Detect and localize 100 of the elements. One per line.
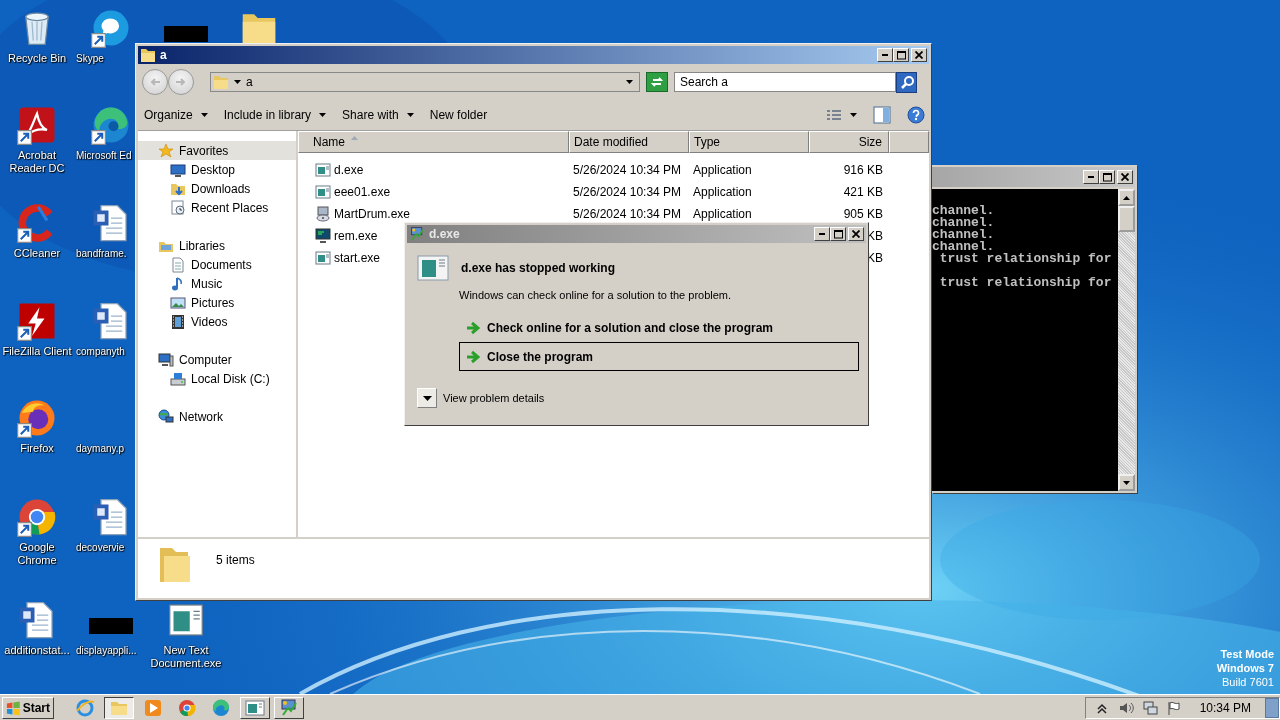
search-icon (899, 75, 914, 89)
installer-icon (315, 206, 331, 222)
file-name[interactable]: MartDrum.exe (334, 207, 410, 221)
search-button[interactable] (896, 71, 917, 93)
shortcut-arrow-icon[interactable] (17, 522, 32, 537)
console-line: channel. (932, 217, 996, 229)
file-name[interactable]: rem.exe (334, 229, 378, 243)
close-icon (915, 51, 923, 59)
scroll-down-button[interactable] (1118, 474, 1135, 491)
nav-item[interactable]: Computer (138, 350, 296, 369)
desktop-icon-label[interactable]: decovervie (74, 541, 125, 554)
console-line: channel. (932, 229, 996, 241)
desktop-icon-label[interactable]: Google Chrome (1, 541, 73, 567)
nav-item[interactable]: Libraries (138, 236, 296, 255)
nav-item[interactable]: Favorites (138, 141, 296, 160)
close-icon (1121, 173, 1129, 181)
help-icon[interactable] (907, 106, 925, 124)
breadcrumb-link[interactable]: a (246, 75, 253, 89)
clock[interactable]: 10:34 PM (1199, 700, 1251, 715)
installer-icon (279, 697, 299, 718)
desktop-icon-label[interactable]: Recycle Bin (1, 52, 73, 65)
shortcut-arrow-icon[interactable] (91, 33, 106, 48)
minimize-button[interactable] (1083, 170, 1099, 184)
shortcut-arrow-icon[interactable] (17, 228, 32, 243)
watermark-text: Windows 7 (1216, 661, 1274, 675)
item-count: 5 items (216, 553, 255, 567)
recent-places-icon (170, 199, 186, 216)
column-header[interactable]: Name (298, 131, 569, 153)
nav-item[interactable]: Pictures (138, 293, 296, 312)
column-header[interactable] (889, 131, 929, 153)
desktop-icon-label[interactable]: CCleaner (1, 247, 73, 260)
start-button[interactable]: Start (2, 696, 54, 719)
desktop-icon-label[interactable]: Skype (74, 52, 104, 65)
details-label[interactable]: View problem details (443, 392, 545, 404)
command-link[interactable]: Check online for a solution and close the program (459, 313, 859, 342)
refresh-button[interactable] (646, 72, 668, 92)
shortcut-arrow-icon[interactable] (17, 423, 32, 438)
scroll-thumb[interactable] (1118, 206, 1135, 232)
film-icon (170, 313, 186, 330)
desktop-icon-label[interactable]: additionstat... (1, 644, 73, 657)
desktop-icon-label[interactable]: daymany.p (74, 442, 125, 455)
toolbar-button[interactable]: New folder (429, 108, 488, 122)
toolbar-button[interactable]: Share with (342, 108, 414, 122)
computer-icon (158, 351, 174, 368)
nav-item[interactable]: Recent Places (138, 198, 296, 217)
desktop-icon-label[interactable]: bandframe. (74, 247, 127, 260)
monitor-icon (315, 228, 331, 244)
desktop-icon-label[interactable]: Microsoft Ed (74, 149, 132, 162)
nav-item[interactable]: Network (138, 407, 296, 426)
scrollbar[interactable] (1118, 189, 1135, 491)
close-button[interactable] (1117, 170, 1133, 184)
column-header[interactable]: Type (689, 131, 809, 153)
address-field[interactable]: a (210, 72, 640, 92)
nav-item[interactable]: Desktop (138, 160, 296, 179)
file-name[interactable]: start.exe (334, 251, 381, 265)
nav-item[interactable]: Music (138, 274, 296, 293)
flag-icon[interactable] (1165, 699, 1182, 716)
file-name[interactable]: eee01.exe (334, 185, 391, 199)
desktop-icon-label[interactable]: companyth (74, 345, 125, 358)
column-header[interactable]: Size (809, 131, 889, 153)
table-cell: 5/26/2024 10:34 PM (573, 185, 682, 199)
maximize-icon (833, 229, 843, 239)
caret-icon[interactable] (850, 113, 857, 117)
table-cell: 916 KB (843, 163, 883, 177)
toolbar-button[interactable]: Organize (144, 108, 208, 122)
breadcrumb-caret-icon[interactable] (234, 80, 241, 84)
preview-pane-icon[interactable] (873, 106, 891, 124)
desktop-icon-label[interactable]: New Text Document.exe (150, 644, 222, 670)
column-header[interactable]: Date modified (569, 131, 689, 153)
desktop-icon-label[interactable]: displayappli... (74, 644, 137, 657)
toolbar-button[interactable]: Include in library (223, 108, 327, 122)
desktop-icon-label[interactable]: Acrobat Reader DC (1, 149, 73, 175)
photo-icon (170, 294, 186, 311)
close-button[interactable] (911, 48, 927, 62)
shortcut-arrow-icon[interactable] (91, 130, 106, 145)
console-line: trust relationship for (938, 277, 1113, 289)
nav-item[interactable]: Documents (138, 255, 296, 274)
maximize-button[interactable] (893, 48, 909, 62)
scroll-up-button[interactable] (1118, 189, 1135, 206)
network-icon[interactable] (1141, 699, 1158, 716)
shortcut-arrow-icon[interactable] (17, 130, 32, 145)
search-field[interactable]: Search a (674, 72, 896, 92)
desktop-icon-label[interactable]: Firefox (1, 442, 73, 455)
nav-item[interactable]: Local Disk (C:) (138, 369, 296, 388)
shortcut-arrow-icon[interactable] (17, 326, 32, 341)
window-title: d.exe (429, 227, 460, 241)
dropdown-caret-icon[interactable] (626, 80, 633, 84)
expand-button[interactable] (417, 388, 437, 408)
maximize-button[interactable] (830, 227, 846, 241)
minimize-button[interactable] (814, 227, 830, 241)
desktop-icon-label[interactable]: FileZilla Client (1, 345, 73, 358)
nav-item[interactable]: Videos (138, 312, 296, 331)
close-button[interactable] (848, 227, 864, 241)
maximize-icon (896, 50, 906, 60)
command-link[interactable]: Close the program (459, 342, 859, 371)
maximize-button[interactable] (1099, 170, 1115, 184)
file-name[interactable]: d.exe (334, 163, 364, 177)
taskbar-button[interactable] (104, 696, 134, 719)
nav-item[interactable]: Downloads (138, 179, 296, 198)
minimize-button[interactable] (877, 48, 893, 62)
